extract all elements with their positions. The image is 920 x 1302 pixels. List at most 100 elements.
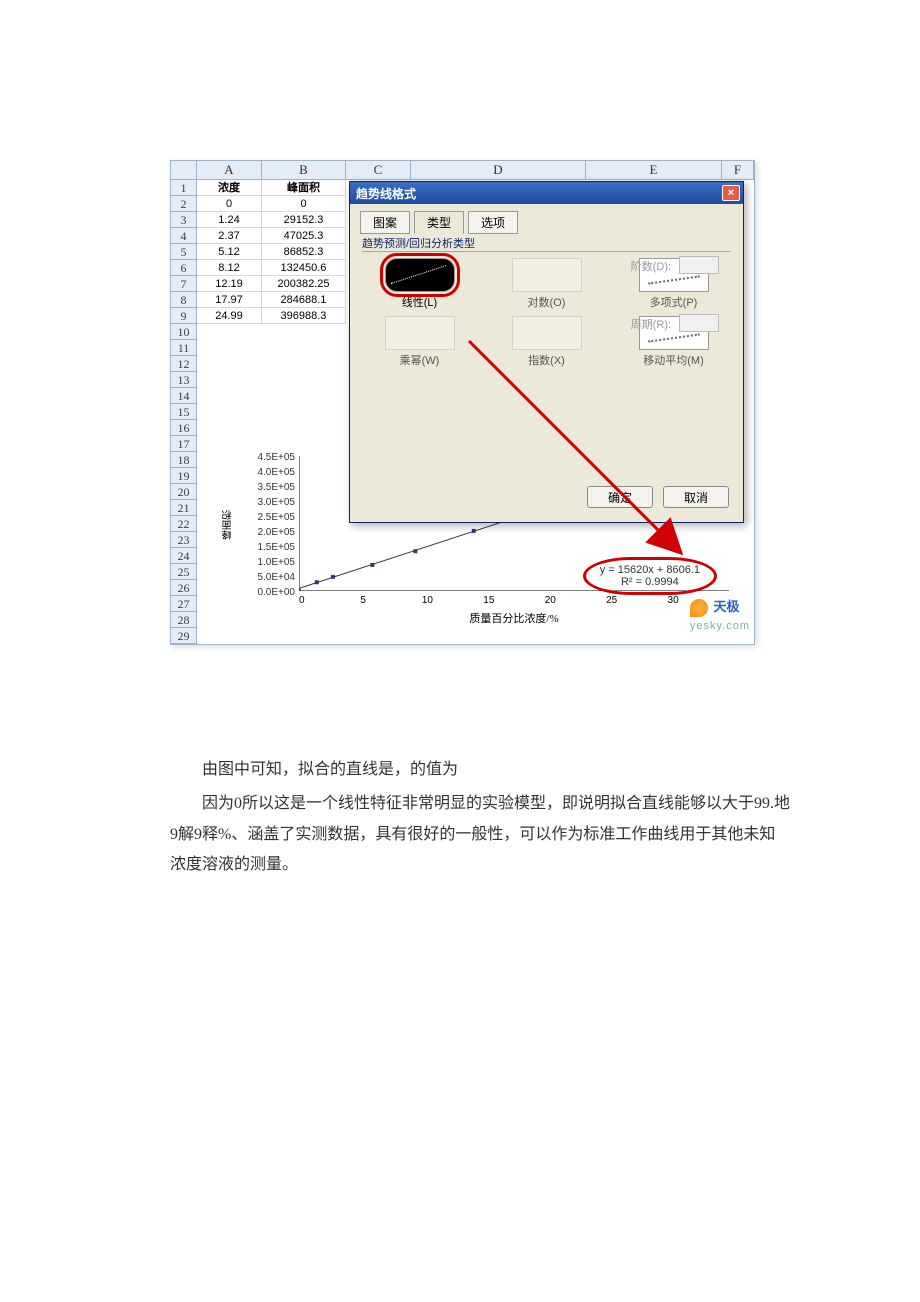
row-header-2[interactable]: 2 bbox=[171, 196, 197, 212]
row-header-22[interactable]: 22 bbox=[171, 516, 197, 532]
row-header-10[interactable]: 10 bbox=[171, 324, 197, 340]
col-header-C[interactable]: C bbox=[346, 161, 411, 179]
row-header-7[interactable]: 7 bbox=[171, 276, 197, 292]
chart-x-axis-label: 质量百分比浓度/% bbox=[299, 610, 729, 626]
y-tick: 1.0E+05 bbox=[227, 555, 295, 570]
col-header-B[interactable]: B bbox=[262, 161, 346, 179]
row-header-6[interactable]: 6 bbox=[171, 260, 197, 276]
row-header-21[interactable]: 21 bbox=[171, 500, 197, 516]
row-header-29[interactable]: 29 bbox=[171, 628, 197, 644]
y-tick: 3.5E+05 bbox=[227, 480, 295, 495]
row-header-20[interactable]: 20 bbox=[171, 484, 197, 500]
cell-A5[interactable]: 5.12 bbox=[197, 244, 262, 260]
type-power[interactable]: 乘幂(W) bbox=[364, 316, 475, 368]
cell-A9[interactable]: 24.99 bbox=[197, 308, 262, 324]
cell-A8[interactable]: 17.97 bbox=[197, 292, 262, 308]
row-header-24[interactable]: 24 bbox=[171, 548, 197, 564]
row-header-15[interactable]: 15 bbox=[171, 404, 197, 420]
tab-pattern[interactable]: 图案 bbox=[360, 211, 410, 234]
close-icon[interactable]: × bbox=[722, 185, 740, 201]
row-header-23[interactable]: 23 bbox=[171, 532, 197, 548]
dialog-titlebar[interactable]: 趋势线格式 × bbox=[350, 182, 743, 204]
cell-B6[interactable]: 132450.6 bbox=[262, 260, 346, 276]
select-all-corner[interactable] bbox=[171, 161, 197, 179]
y-tick: 4.0E+05 bbox=[227, 465, 295, 480]
cell-B1[interactable]: 峰面积 bbox=[262, 180, 346, 196]
watermark-brand: 天极 bbox=[713, 599, 739, 614]
type-moving-average-label: 移动平均(M) bbox=[618, 352, 729, 368]
cell-A6[interactable]: 8.12 bbox=[197, 260, 262, 276]
period-spinner bbox=[679, 314, 719, 332]
type-logarithmic[interactable]: 对数(O) bbox=[491, 258, 602, 310]
row-header-13[interactable]: 13 bbox=[171, 372, 197, 388]
col-header-A[interactable]: A bbox=[197, 161, 262, 179]
x-tick: 10 bbox=[422, 595, 483, 606]
x-tick: 20 bbox=[545, 595, 606, 606]
cell-B9[interactable]: 396988.3 bbox=[262, 308, 346, 324]
linear-preview-icon bbox=[385, 258, 455, 292]
col-header-F[interactable]: F bbox=[722, 161, 754, 179]
exponential-preview-icon bbox=[512, 316, 582, 350]
row-header-27[interactable]: 27 bbox=[171, 596, 197, 612]
row-header-19[interactable]: 19 bbox=[171, 468, 197, 484]
power-preview-icon bbox=[385, 316, 455, 350]
cell-B5[interactable]: 86852.3 bbox=[262, 244, 346, 260]
ok-button[interactable]: 确定 bbox=[587, 486, 653, 508]
cell-A7[interactable]: 12.19 bbox=[197, 276, 262, 292]
col-header-E[interactable]: E bbox=[586, 161, 722, 179]
watermark-domain: yesky.com bbox=[690, 620, 750, 632]
x-tick: 25 bbox=[606, 595, 667, 606]
y-tick: 5.0E+04 bbox=[227, 570, 295, 585]
tab-options[interactable]: 选项 bbox=[468, 211, 518, 234]
row-header-14[interactable]: 14 bbox=[171, 388, 197, 404]
x-tick: 15 bbox=[483, 595, 544, 606]
cell-B2[interactable]: 0 bbox=[262, 196, 346, 212]
row-header-25[interactable]: 25 bbox=[171, 564, 197, 580]
y-tick: 1.5E+05 bbox=[227, 540, 295, 555]
row-header-17[interactable]: 17 bbox=[171, 436, 197, 452]
cell-A4[interactable]: 2.37 bbox=[197, 228, 262, 244]
row-header-18[interactable]: 18 bbox=[171, 452, 197, 468]
row-header-9[interactable]: 9 bbox=[171, 308, 197, 324]
cell-A2[interactable]: 0 bbox=[197, 196, 262, 212]
col-header-D[interactable]: D bbox=[411, 161, 586, 179]
y-tick: 2.5E+05 bbox=[227, 510, 295, 525]
y-tick: 3.0E+05 bbox=[227, 495, 295, 510]
cell-B7[interactable]: 200382.25 bbox=[262, 276, 346, 292]
order-label: 阶数(D): bbox=[631, 258, 671, 274]
type-polynomial-label: 多项式(P) bbox=[618, 294, 729, 310]
cancel-button[interactable]: 取消 bbox=[663, 486, 729, 508]
row-header-8[interactable]: 8 bbox=[171, 292, 197, 308]
article-text: 由图中可知，拟合的直线是，的值为 因为0所以这是一个线性特征非常明显的实验模型，… bbox=[170, 755, 790, 881]
type-linear[interactable]: 线性(L) bbox=[364, 258, 475, 310]
cell-A1[interactable]: 浓度 bbox=[197, 180, 262, 196]
excel-screenshot: A B C D E F 1234567891011121314151617181… bbox=[170, 160, 755, 645]
tianji-logo-icon bbox=[690, 599, 708, 617]
type-exponential[interactable]: 指数(X) bbox=[491, 316, 602, 368]
row-header-4[interactable]: 4 bbox=[171, 228, 197, 244]
trendline-equation: y = 15620x + 8606.1 bbox=[600, 564, 700, 576]
row-header-26[interactable]: 26 bbox=[171, 580, 197, 596]
row-header-3[interactable]: 3 bbox=[171, 212, 197, 228]
cell-A3[interactable]: 1.24 bbox=[197, 212, 262, 228]
trendline-format-dialog: 趋势线格式 × 图案 类型 选项 趋势预测/回归分析类型 线性(L) 对数(O) bbox=[349, 181, 744, 523]
type-exponential-label: 指数(X) bbox=[491, 352, 602, 368]
chart-y-axis: 4.5E+054.0E+053.5E+053.0E+052.5E+052.0E+… bbox=[227, 450, 295, 600]
cell-B4[interactable]: 47025.3 bbox=[262, 228, 346, 244]
row-header-1[interactable]: 1 bbox=[171, 180, 197, 196]
regression-type-group-label: 趋势预测/回归分析类型 bbox=[362, 235, 731, 252]
dialog-title: 趋势线格式 bbox=[356, 185, 416, 202]
type-linear-label: 线性(L) bbox=[364, 294, 475, 310]
type-logarithmic-label: 对数(O) bbox=[491, 294, 602, 310]
y-tick: 0.0E+00 bbox=[227, 585, 295, 600]
row-header-16[interactable]: 16 bbox=[171, 420, 197, 436]
row-header-28[interactable]: 28 bbox=[171, 612, 197, 628]
cell-B3[interactable]: 29152.3 bbox=[262, 212, 346, 228]
row-header-11[interactable]: 11 bbox=[171, 340, 197, 356]
article-paragraph-1: 由图中可知，拟合的直线是，的值为 bbox=[170, 755, 790, 785]
tab-type[interactable]: 类型 bbox=[414, 211, 464, 234]
cell-B8[interactable]: 284688.1 bbox=[262, 292, 346, 308]
row-header-5[interactable]: 5 bbox=[171, 244, 197, 260]
trendline-equation-box: y = 15620x + 8606.1 R² = 0.9994 bbox=[583, 557, 717, 595]
row-header-12[interactable]: 12 bbox=[171, 356, 197, 372]
